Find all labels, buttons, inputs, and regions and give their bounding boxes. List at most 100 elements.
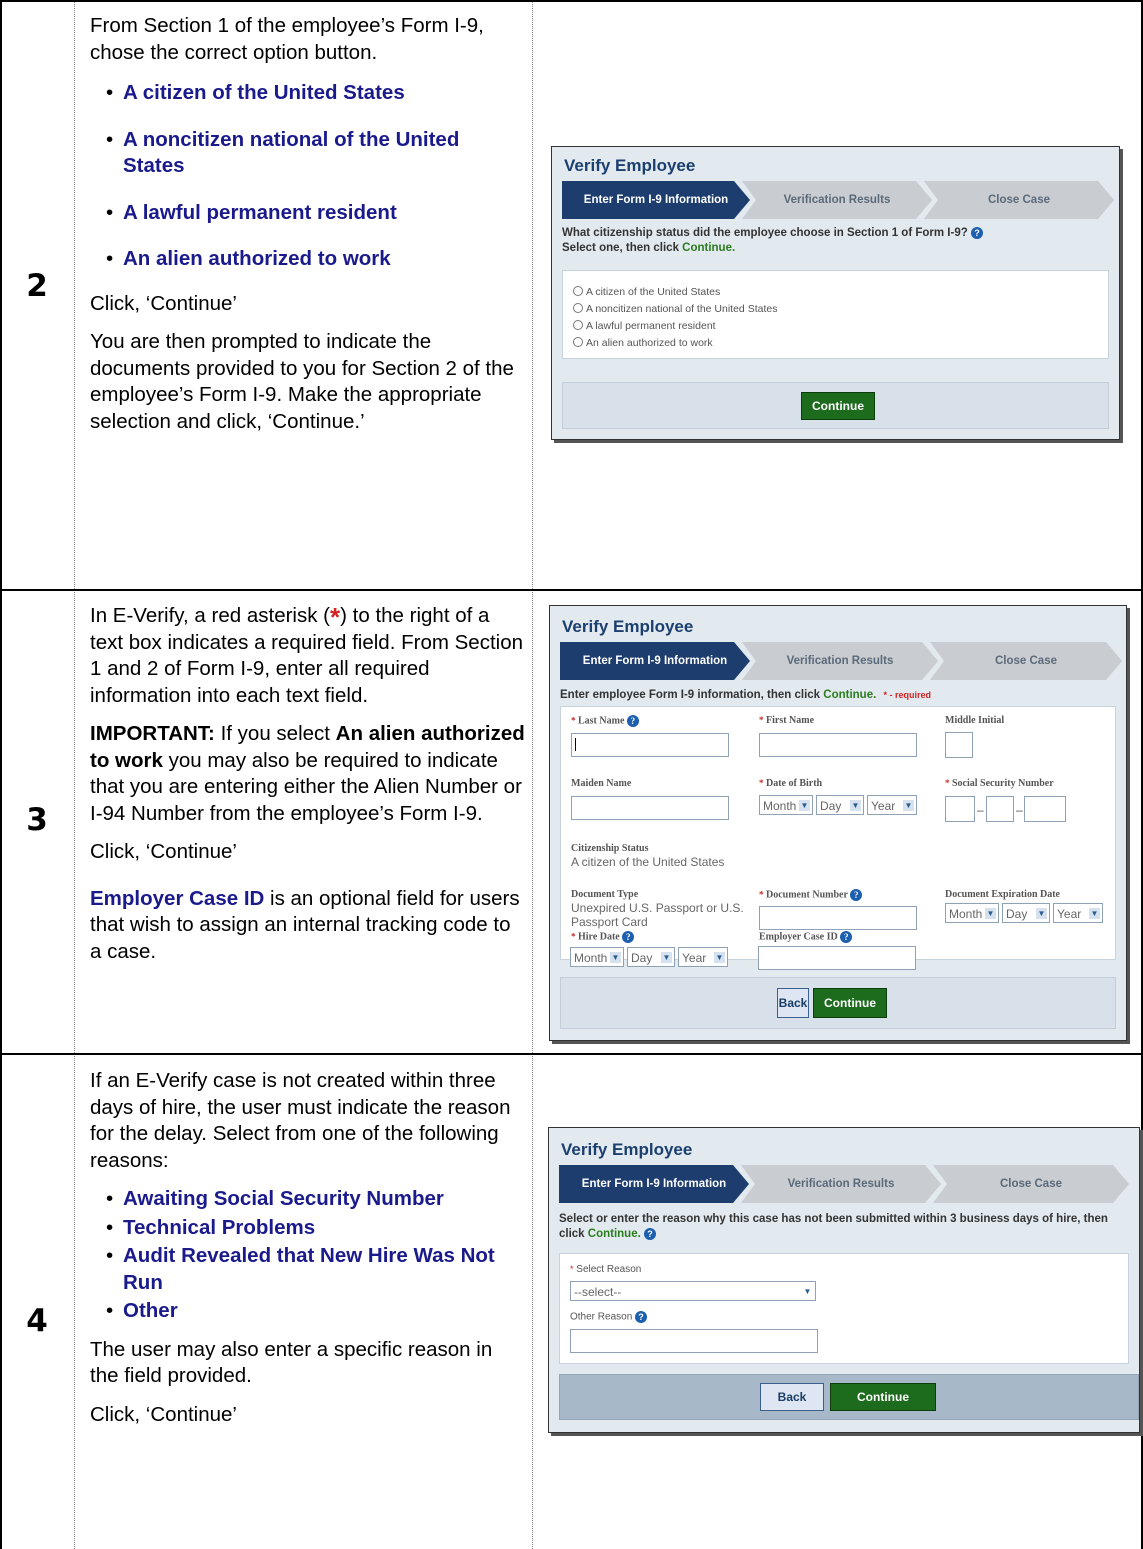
list-item: An alien authorized to work <box>90 246 525 273</box>
radio-option[interactable]: A lawful permanent resident <box>573 318 777 335</box>
chevron-down-icon: ▼ <box>803 1287 812 1296</box>
continue-button[interactable]: Continue <box>801 392 875 420</box>
dob-month-select[interactable]: Month ▼ <box>759 795 813 815</box>
list-item: A citizen of the United States <box>90 80 525 107</box>
ssn-dash: – <box>1016 803 1023 817</box>
step-3-text: In E-Verify, a red asterisk (*) to the r… <box>90 603 525 977</box>
citizenship-options: A citizen of the United States A nonciti… <box>90 80 525 273</box>
document-number-input[interactable] <box>759 906 917 930</box>
list-item: A noncitizen national of the United Stat… <box>90 127 525 180</box>
doc-exp-month-select[interactable]: Month ▼ <box>945 903 999 923</box>
hire-day-select[interactable]: Day ▼ <box>627 947 675 967</box>
step-enter-form: Enter Form I-9 Information <box>560 642 750 680</box>
help-icon[interactable]: ? <box>644 1227 657 1240</box>
select-reason-dropdown[interactable]: --select-- ▼ <box>570 1281 816 1301</box>
ssn-part-1-input[interactable] <box>945 796 975 822</box>
form-panel: * Last Name ? Maiden Name Citizenship St… <box>560 706 1116 960</box>
hire-month-select[interactable]: Month ▼ <box>570 947 624 967</box>
radio-option[interactable]: A citizen of the United States <box>573 284 777 301</box>
progress-steps: Enter Form I-9 Information Verification … <box>562 181 1114 219</box>
chevron-down-icon: ▼ <box>1036 908 1047 919</box>
continue-button[interactable]: Continue <box>830 1383 936 1411</box>
radio-icon[interactable] <box>573 337 583 347</box>
chevron-down-icon: ▼ <box>903 800 914 811</box>
chevron-down-icon: ▼ <box>850 800 861 811</box>
dob-day-select[interactable]: Day ▼ <box>816 795 864 815</box>
radio-icon[interactable] <box>573 303 583 313</box>
column-divider <box>532 0 533 1549</box>
radio-option[interactable]: An alien authorized to work <box>573 335 777 352</box>
document-type-value: Unexpired U.S. Passport or U.S. Passport… <box>571 901 744 929</box>
step-4-outro: The user may also enter a specific reaso… <box>90 1337 493 1388</box>
list-item: Other <box>90 1298 525 1325</box>
radio-icon[interactable] <box>573 320 583 330</box>
help-icon[interactable]: ? <box>970 226 983 239</box>
help-icon[interactable]: ? <box>626 715 639 727</box>
chevron-down-icon: ▼ <box>610 952 621 963</box>
employer-case-id-input[interactable] <box>758 946 916 970</box>
dob-year-select[interactable]: Year ▼ <box>867 795 917 815</box>
step-enter-form: Enter Form I-9 Information <box>559 1165 749 1203</box>
citizenship-status-label: Citizenship Status <box>571 843 649 854</box>
help-icon[interactable]: ? <box>622 931 635 943</box>
hire-year-select[interactable]: Year ▼ <box>678 947 728 967</box>
progress-steps: Enter Form I-9 Information Verification … <box>560 642 1122 680</box>
back-button[interactable]: Back <box>760 1383 824 1411</box>
screen-title: Verify Employee <box>564 156 696 175</box>
verify-employee-screenshot-form: Verify Employee Enter Form I-9 Informati… <box>549 605 1127 1041</box>
verify-employee-screenshot-delay: Verify Employee Enter Form I-9 Informati… <box>548 1127 1140 1433</box>
other-reason-input[interactable] <box>570 1329 818 1353</box>
red-asterisk-icon: * <box>330 602 341 632</box>
radio-option[interactable]: A noncitizen national of the United Stat… <box>573 301 777 318</box>
list-item: A lawful permanent resident <box>90 200 525 227</box>
list-item: Technical Problems <box>90 1215 525 1242</box>
step-2-text: From Section 1 of the employee’s Form I-… <box>90 13 525 447</box>
help-icon[interactable]: ? <box>850 889 863 901</box>
first-name-label: * First Name <box>759 715 815 726</box>
help-icon[interactable]: ? <box>635 1311 648 1323</box>
select-reason-label: * Select Reason <box>570 1264 642 1275</box>
step-3-click: Click, ‘Continue’ <box>90 840 237 863</box>
row-divider <box>0 0 1143 2</box>
delay-reason-options: Awaiting Social Security Number Technica… <box>90 1186 525 1325</box>
document-number-label: * Document Number ? <box>759 889 863 901</box>
middle-initial-input[interactable] <box>945 732 973 758</box>
help-icon[interactable]: ? <box>840 931 853 943</box>
step-number: 2 <box>26 268 48 304</box>
continue-button[interactable]: Continue <box>813 988 887 1018</box>
ssn-label: * Social Security Number <box>945 778 1054 789</box>
step-close-case: Close Case <box>924 181 1114 219</box>
doc-exp-day-select[interactable]: Day ▼ <box>1002 903 1050 923</box>
back-button[interactable]: Back <box>777 988 809 1018</box>
row-divider <box>0 589 1143 591</box>
step-enter-form: Enter Form I-9 Information <box>562 181 750 219</box>
maiden-name-input[interactable] <box>571 796 729 820</box>
step-2-outro: You are then prompted to indicate the do… <box>90 330 514 433</box>
middle-initial-label: Middle Initial <box>945 715 1005 726</box>
last-name-label: * Last Name ? <box>571 715 639 727</box>
step-4-click: Click, ‘Continue’ <box>90 1402 237 1426</box>
step-3-important: IMPORTANT: If you select An alien author… <box>90 722 525 825</box>
instructions: Enter employee Form I-9 information, the… <box>560 689 932 701</box>
chevron-down-icon: ▼ <box>1089 908 1100 919</box>
doc-exp-year-select[interactable]: Year ▼ <box>1053 903 1103 923</box>
dob-label: * Date of Birth <box>759 778 823 789</box>
hire-date-label: * Hire Date ? <box>571 931 635 943</box>
last-name-input[interactable] <box>571 733 729 757</box>
step-number: 4 <box>26 1303 48 1339</box>
radio-panel: A citizen of the United States A nonciti… <box>562 270 1109 359</box>
instructions: Select or enter the reason why this case… <box>559 1213 1108 1240</box>
ssn-part-3-input[interactable] <box>1024 796 1066 822</box>
reason-panel: * Select Reason --select-- ▼ Other Reason… <box>559 1253 1129 1364</box>
first-name-input[interactable] <box>759 733 917 757</box>
ssn-part-2-input[interactable] <box>986 796 1014 822</box>
chevron-down-icon: ▼ <box>661 952 672 963</box>
instructions: What citizenship status did the employee… <box>562 226 983 256</box>
chevron-down-icon: ▼ <box>799 800 810 811</box>
radio-icon[interactable] <box>573 286 583 296</box>
chevron-down-icon: ▼ <box>985 908 996 919</box>
step-4-text: If an E-Verify case is not created withi… <box>90 1068 525 1440</box>
step-close-case: Close Case <box>933 1165 1129 1203</box>
screen-title: Verify Employee <box>562 617 694 636</box>
required-legend: * - required <box>883 690 932 700</box>
